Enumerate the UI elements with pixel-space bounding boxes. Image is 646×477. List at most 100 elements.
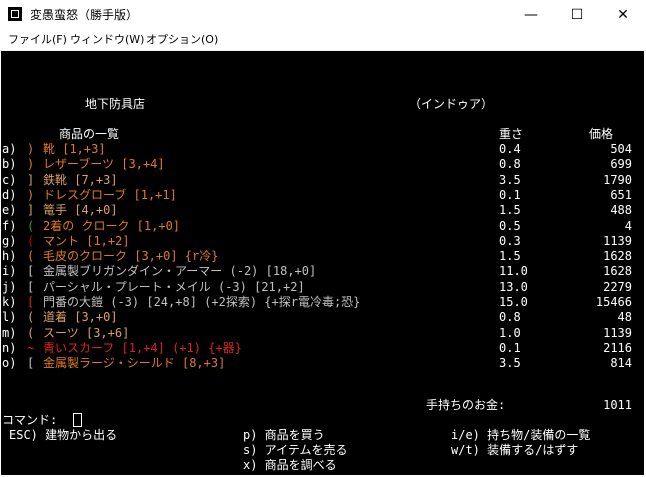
item-name: マント [1,+2] <box>43 234 130 248</box>
item-symbol-icon: [ <box>27 356 35 370</box>
item-name: パーシャル・プレート・メイル (-3) [21,+2] <box>43 280 305 294</box>
item-weight: 3.5 <box>499 356 521 370</box>
item-name: 青いスカーフ [1,+4] (+1) {+器} <box>43 341 242 355</box>
item-weight: 1.5 <box>499 249 521 263</box>
close-button[interactable]: ✕ <box>600 0 646 30</box>
item-weight: 0.8 <box>499 157 521 171</box>
item-letter: k) <box>2 295 24 309</box>
gold-value: 1011 <box>603 398 632 412</box>
item-weight: 1.5 <box>499 203 521 217</box>
minimize-button[interactable]: — <box>508 0 554 30</box>
item-symbol-icon: [ <box>27 295 35 309</box>
item-symbol-icon: ( <box>27 310 35 324</box>
item-symbol-icon: ) <box>27 157 35 171</box>
item-price: 15466 <box>595 295 632 309</box>
item-letter: h) <box>2 249 24 263</box>
item-name: 2着の クローク [1,+0] <box>43 219 181 233</box>
item-weight: 0.3 <box>499 234 521 248</box>
item-price: 48 <box>617 310 632 324</box>
command-examine[interactable]: x) 商品を調べる <box>243 458 337 472</box>
maximize-button[interactable]: ☐ <box>554 0 600 30</box>
item-letter: c) <box>2 173 24 187</box>
item-price: 814 <box>610 356 632 370</box>
item-weight: 13.0 <box>499 280 528 294</box>
list-header: 商品の一覧 <box>59 127 120 141</box>
item-weight: 0.5 <box>499 219 521 233</box>
weight-header: 重さ <box>499 127 524 141</box>
item-price: 651 <box>610 188 632 202</box>
shop-name: 地下防具店 <box>85 97 146 111</box>
item-symbol-icon: [ <box>27 264 35 278</box>
menu-file[interactable]: ファイル(F) <box>8 32 67 48</box>
shop-owner: （インドゥア） <box>409 97 494 111</box>
item-symbol-icon: ~ <box>27 341 35 355</box>
item-symbol-icon: ) <box>27 188 35 202</box>
command-wear[interactable]: w/t) 装備する/はずす <box>451 443 578 457</box>
item-price: 1628 <box>603 249 632 263</box>
item-letter: m) <box>2 326 24 340</box>
item-symbol-icon: ( <box>27 249 35 263</box>
item-letter: i) <box>2 264 24 278</box>
terminal-screen[interactable]: 地下防具店 （インドゥア） 商品の一覧 重さ 価格 a) ) 靴 [1,+3] 0.… <box>1 51 644 475</box>
item-symbol-icon: [ <box>27 280 35 294</box>
item-weight: 0.8 <box>499 310 521 324</box>
item-weight: 0.1 <box>499 188 521 202</box>
item-name: 鉄靴 [7,+3] <box>43 173 118 187</box>
gold-label: 手持ちのお金: <box>426 398 506 412</box>
item-name: スーツ [3,+6] <box>43 326 130 340</box>
item-letter: l) <box>2 310 24 324</box>
item-price: 504 <box>610 142 632 156</box>
menu-bar: ファイル(F) ウィンドウ(W) オプション(O) <box>0 30 646 51</box>
item-weight: 15.0 <box>499 295 528 309</box>
item-symbol-icon: ) <box>27 142 35 156</box>
item-weight: 1.0 <box>499 326 521 340</box>
command-sell[interactable]: s) アイテムを売る <box>243 443 347 457</box>
title-bar: 変愚蛮怒（勝手版） — ☐ ✕ <box>0 0 646 30</box>
app-icon <box>8 7 22 21</box>
item-price: 4 <box>624 219 632 233</box>
item-price: 2279 <box>603 280 632 294</box>
menu-options[interactable]: オプション(O) <box>146 32 218 48</box>
item-name: 門番の大鎧 (-3) [24,+8] (+2探索) {+探r電冷毒;恐} <box>43 295 361 309</box>
item-name: 金属製ラージ・シールド [8,+3] <box>43 356 226 370</box>
item-price: 1139 <box>603 234 632 248</box>
item-name: ドレスグローブ [1,+1] <box>43 188 177 202</box>
item-price: 488 <box>610 203 632 217</box>
item-price: 1139 <box>603 326 632 340</box>
command-prompt: コマンド: <box>2 413 58 427</box>
text-cursor[interactable] <box>73 413 82 427</box>
item-letter: j) <box>2 280 24 294</box>
command-inventory[interactable]: i/e) 持ち物/装備の一覧 <box>451 428 590 442</box>
item-name: 金属製ブリガンダイン・アーマー (-2) [18,+0] <box>43 264 317 278</box>
item-weight: 3.5 <box>499 173 521 187</box>
item-name: レザーブーツ [3,+4] <box>43 157 165 171</box>
command-purchase[interactable]: p) 商品を買う <box>243 428 325 442</box>
item-letter: f) <box>2 219 24 233</box>
price-header: 価格 <box>589 127 614 141</box>
item-symbol-icon: ( <box>27 234 35 248</box>
item-symbol-icon: ] <box>27 203 35 217</box>
item-symbol-icon: ( <box>27 326 35 340</box>
item-weight: 0.1 <box>499 341 521 355</box>
item-letter: d) <box>2 188 24 202</box>
item-name: 篭手 [4,+0] <box>43 203 118 217</box>
window-title: 変愚蛮怒（勝手版） <box>30 8 139 22</box>
item-letter: n) <box>2 341 24 355</box>
item-price: 2116 <box>603 341 632 355</box>
item-letter: o) <box>2 356 24 370</box>
command-esc[interactable]: ESC) 建物から出る <box>9 428 117 442</box>
item-symbol-icon: ] <box>27 173 35 187</box>
item-price: 1790 <box>603 173 632 187</box>
item-name: 道着 [3,+0] <box>43 310 118 324</box>
item-name: 毛皮のクローク [3,+0] {r冷} <box>43 249 219 263</box>
item-name: 靴 [1,+3] <box>43 142 106 156</box>
item-letter: b) <box>2 157 24 171</box>
menu-window[interactable]: ウィンドウ(W) <box>70 32 144 48</box>
item-letter: e) <box>2 203 24 217</box>
item-weight: 11.0 <box>499 264 528 278</box>
item-weight: 0.4 <box>499 142 521 156</box>
item-price: 699 <box>610 157 632 171</box>
item-price: 1628 <box>603 264 632 278</box>
item-letter: a) <box>2 142 24 156</box>
item-symbol-icon: ( <box>27 219 35 233</box>
